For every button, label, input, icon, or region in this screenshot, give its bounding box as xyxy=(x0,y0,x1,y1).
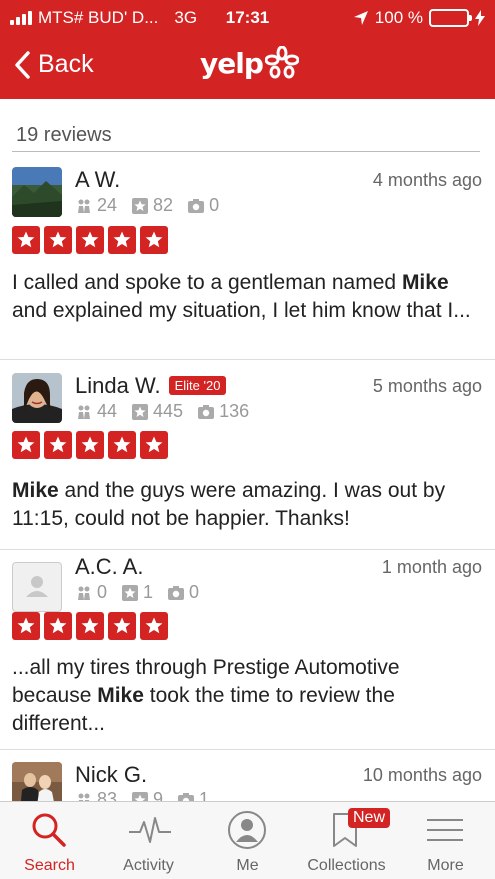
friends-count: 0 xyxy=(97,582,108,602)
location-arrow-icon xyxy=(353,11,368,25)
friends-icon xyxy=(78,586,90,600)
battery-percent: 100 % xyxy=(374,8,423,27)
reviews-stat: 445 xyxy=(153,401,184,421)
menu-icon xyxy=(427,819,463,841)
friends-count: 83 xyxy=(97,789,118,801)
star-icon xyxy=(76,431,104,459)
tab-label: Activity xyxy=(123,857,174,874)
tab-more[interactable]: More xyxy=(396,802,495,879)
tab-me[interactable]: Me xyxy=(198,802,297,879)
star-icon xyxy=(44,431,72,459)
star-icon xyxy=(140,612,168,640)
avatar[interactable] xyxy=(12,373,62,423)
review-item[interactable]: Nick G. 10 months ago 83 9 1 xyxy=(0,750,495,801)
avatar[interactable] xyxy=(12,762,62,801)
star-icon xyxy=(108,612,136,640)
status-bar: MTS# BUD' D... 3G 17:31 100 % xyxy=(0,0,495,36)
review-item[interactable]: Linda W. Elite '20 5 months ago 44 445 13… xyxy=(0,360,495,550)
search-icon xyxy=(32,813,66,847)
star-icon xyxy=(76,612,104,640)
star-icon xyxy=(76,226,104,254)
tab-label: Collections xyxy=(307,857,386,874)
back-label: Back xyxy=(38,50,94,78)
tab-label: More xyxy=(427,857,464,874)
camera-icon xyxy=(178,792,195,801)
review-item[interactable]: A.C. A. 1 month ago 0 1 0 ...all my tire… xyxy=(0,550,495,750)
avatar[interactable] xyxy=(12,167,62,217)
person-icon xyxy=(228,811,266,849)
reviewer-name[interactable]: Linda W. Elite '20 xyxy=(75,373,227,399)
review-item[interactable]: A W. 4 months ago 24 82 0 I called and s… xyxy=(0,156,495,360)
charging-icon xyxy=(475,10,485,26)
review-text[interactable]: ...all my tires through Prestige Automot… xyxy=(12,654,479,738)
reviewer-stats: 44 445 136 xyxy=(75,401,249,422)
review-text[interactable]: I called and spoke to a gentleman named … xyxy=(12,269,479,325)
photos-count: 0 xyxy=(209,195,220,215)
reviewer-name[interactable]: A.C. A. xyxy=(75,554,143,580)
chevron-left-icon xyxy=(15,50,30,79)
star-icon xyxy=(140,431,168,459)
friends-icon xyxy=(78,199,90,213)
back-button[interactable]: Back xyxy=(14,50,94,79)
tab-search[interactable]: Search xyxy=(0,802,99,879)
battery-icon xyxy=(429,9,472,27)
reviews-stat: 1 xyxy=(143,582,154,602)
review-star-icon xyxy=(132,197,149,214)
review-date: 1 month ago xyxy=(381,557,482,577)
star-icon xyxy=(108,226,136,254)
star-icon xyxy=(140,226,168,254)
review-date: 10 months ago xyxy=(362,765,482,785)
tab-activity[interactable]: Activity xyxy=(99,802,198,879)
divider xyxy=(12,151,480,152)
tab-collections[interactable]: New Collections xyxy=(297,802,396,879)
camera-icon xyxy=(168,585,185,600)
friends-icon xyxy=(78,793,90,801)
navigation-bar: Back yelp xyxy=(0,36,495,99)
star-icon xyxy=(44,612,72,640)
elite-badge: Elite '20 xyxy=(168,376,227,395)
star-rating xyxy=(12,612,168,640)
star-icon xyxy=(12,226,40,254)
reviewer-name[interactable]: A W. xyxy=(75,167,120,193)
reviewer-name[interactable]: Nick G. xyxy=(75,762,147,788)
new-badge: New xyxy=(348,808,391,828)
reviewer-stats: 83 9 1 xyxy=(75,789,209,801)
star-icon xyxy=(44,226,72,254)
yelp-burst-icon xyxy=(264,46,299,79)
review-star-icon xyxy=(132,791,149,801)
yelp-logo: yelp xyxy=(200,46,299,80)
photos-count: 136 xyxy=(219,401,250,421)
star-icon xyxy=(108,431,136,459)
star-rating xyxy=(12,431,168,459)
friends-count: 44 xyxy=(97,401,118,421)
reviews-stat: 82 xyxy=(153,195,174,215)
review-date: 5 months ago xyxy=(372,376,482,396)
review-star-icon xyxy=(132,403,149,420)
camera-icon xyxy=(188,198,205,213)
reviews-count: 19 reviews xyxy=(16,124,112,146)
star-icon xyxy=(12,612,40,640)
tab-label: Search xyxy=(24,857,75,874)
tab-label: Me xyxy=(236,857,259,874)
review-date: 4 months ago xyxy=(372,170,482,190)
default-avatar-icon xyxy=(26,576,48,597)
reviews-stat: 9 xyxy=(153,789,164,801)
review-star-icon xyxy=(122,584,139,601)
top-bar: MTS# BUD' D... 3G 17:31 100 % Back yelp xyxy=(0,0,495,99)
star-icon xyxy=(12,431,40,459)
reviews-list[interactable]: 19 reviews A W. 4 months ago 24 82 0 I c… xyxy=(0,99,495,801)
photos-count: 1 xyxy=(199,789,210,801)
camera-icon xyxy=(198,404,215,419)
friends-icon xyxy=(78,405,90,419)
photos-count: 0 xyxy=(189,582,200,602)
reviewer-stats: 24 82 0 xyxy=(75,195,219,216)
reviewer-stats: 0 1 0 xyxy=(75,582,199,603)
star-rating xyxy=(12,226,168,254)
avatar[interactable] xyxy=(12,562,62,612)
friends-count: 24 xyxy=(97,195,118,215)
activity-icon xyxy=(129,817,171,843)
tab-bar: Search Activity Me New Collections More xyxy=(0,801,495,879)
review-text[interactable]: Mike and the guys were amazing. I was ou… xyxy=(12,477,479,533)
